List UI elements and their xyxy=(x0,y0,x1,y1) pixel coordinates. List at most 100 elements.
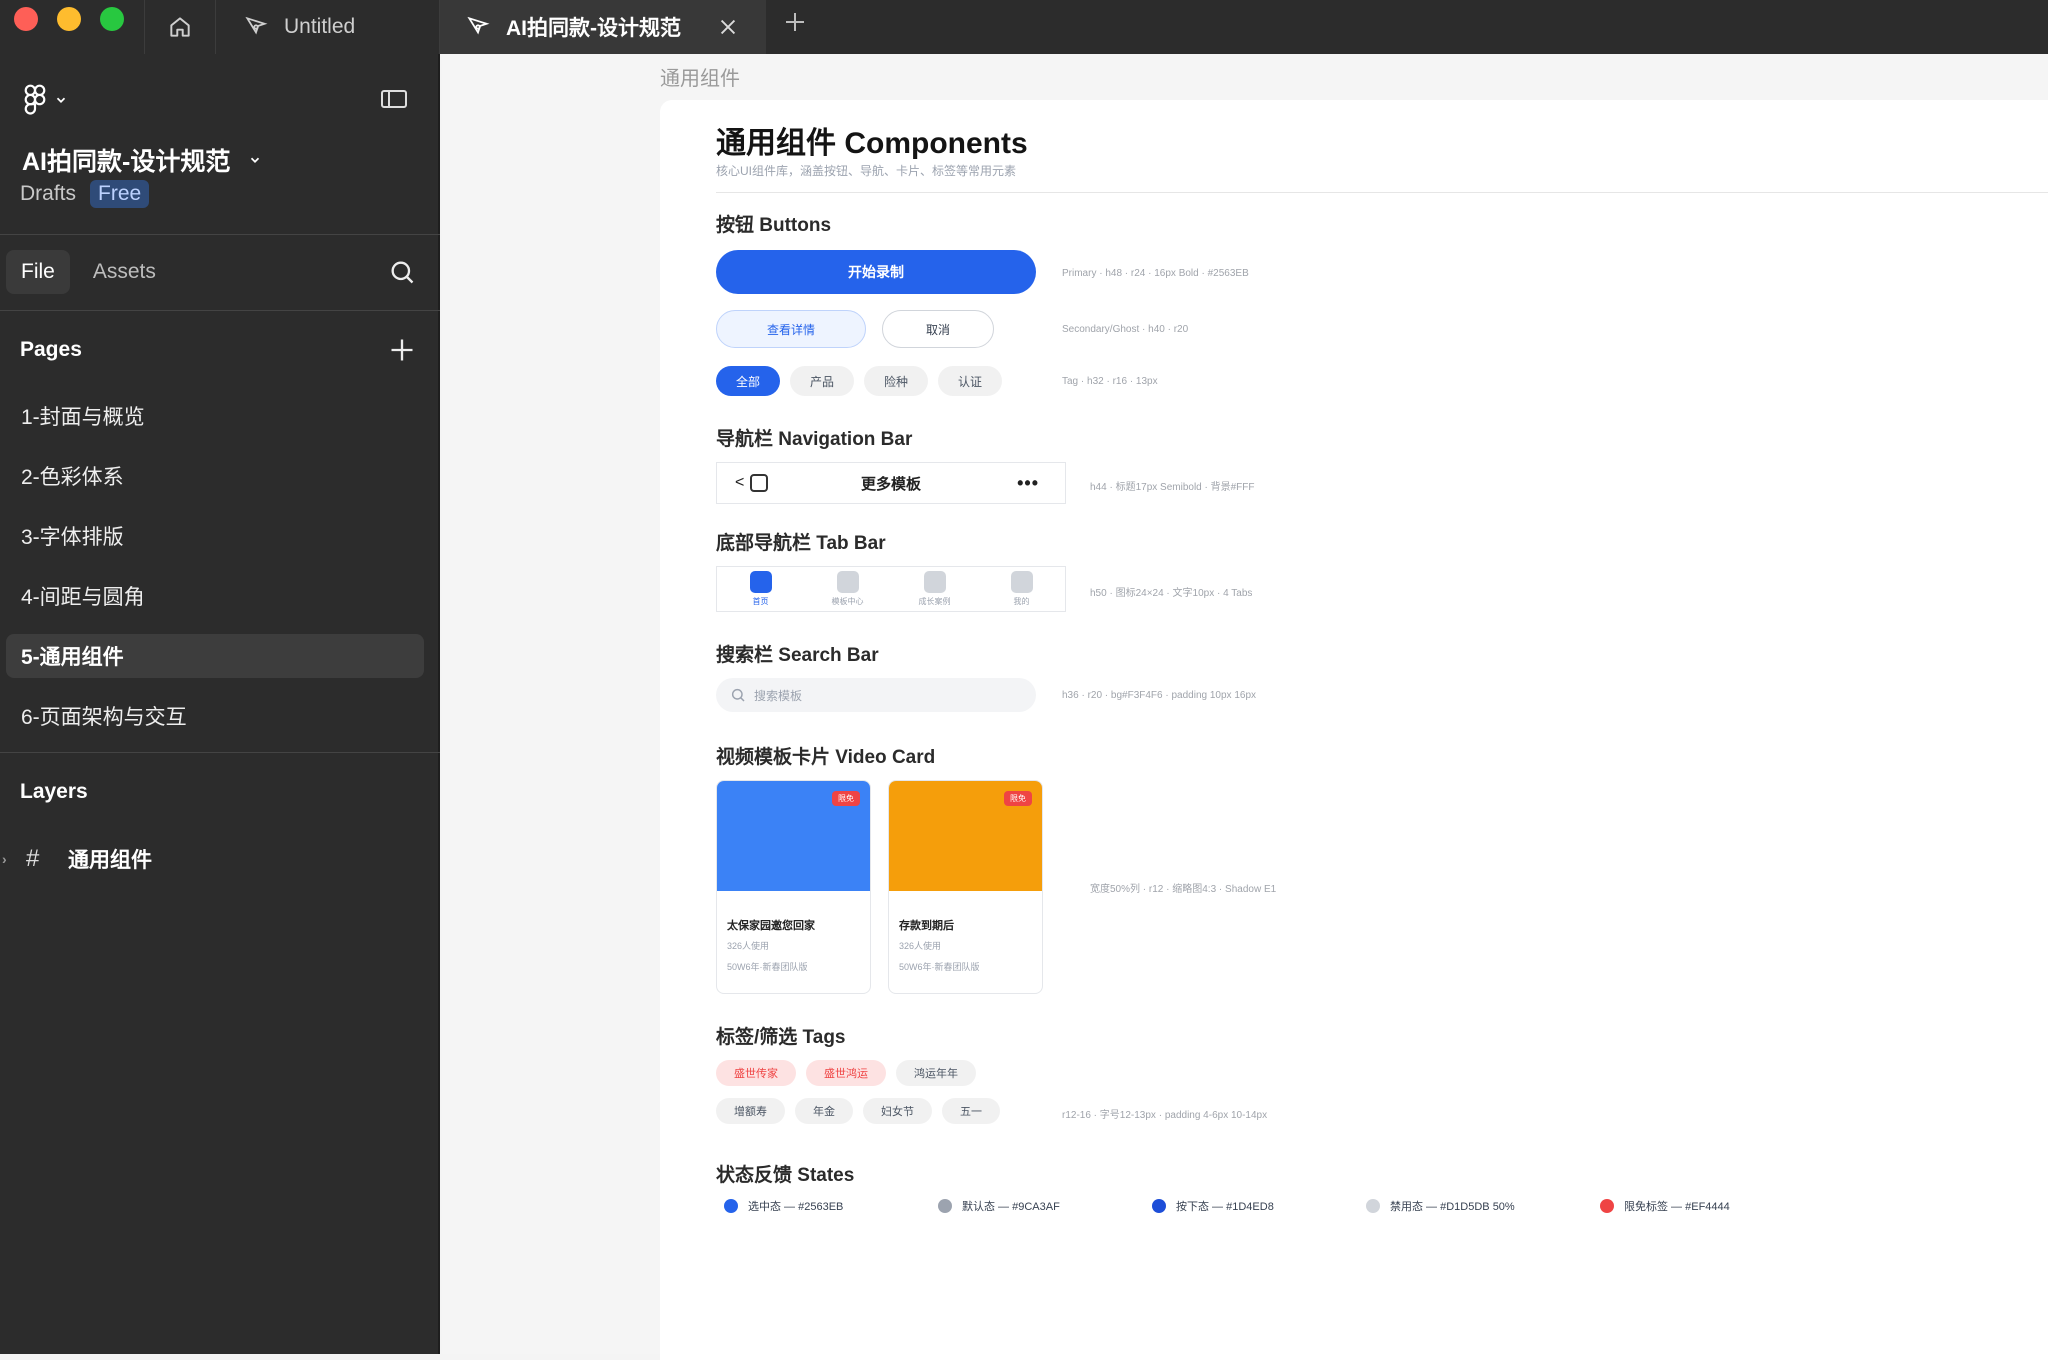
state-label: 限免标签 — #EF4444 xyxy=(1624,1201,1730,1213)
artboard-components[interactable]: 通用组件 Components 核心UI组件库，涵盖按钮、导航、卡片、标签等常用… xyxy=(660,100,2048,1360)
state-dot xyxy=(1600,1199,1614,1213)
tag[interactable]: 险种 xyxy=(864,366,929,396)
tabbar-item[interactable]: 我的 xyxy=(978,567,1065,611)
card-thumbnail: 限免 xyxy=(889,781,1042,891)
card-meta: 50W6年·新春团队版 xyxy=(899,962,980,972)
tabbar-sample: 首页 模板中心 成长案例 我的 xyxy=(716,566,1066,612)
tag-pill[interactable]: 增额寿 xyxy=(716,1098,785,1124)
page-item-active[interactable]: 5-通用组件 xyxy=(6,634,424,678)
plan-badge[interactable]: Free xyxy=(90,180,150,208)
page-item[interactable]: 6-页面架构与交互 xyxy=(6,694,424,738)
panel-toggle-button[interactable] xyxy=(380,88,408,115)
card-title: 存款到期后 xyxy=(899,920,954,932)
file-name-button[interactable]: AI拍同款-设计规范 xyxy=(22,142,262,178)
navbar-title: 更多模板 xyxy=(860,475,921,493)
tab-label: 我的 xyxy=(1013,597,1030,606)
state-label: 按下态 — #1D4ED8 xyxy=(1176,1201,1274,1213)
section-heading: 视频模板卡片 Video Card xyxy=(716,747,936,768)
file-name: AI拍同款-设计规范 xyxy=(22,148,231,176)
section-heading: 搜索栏 Search Bar xyxy=(716,645,879,666)
tabbar-item[interactable]: 首页 xyxy=(717,567,804,611)
state-dot xyxy=(724,1199,738,1213)
state-label: 选中态 — #2563EB xyxy=(748,1201,844,1213)
state-label: 禁用态 — #D1D5DB 50% xyxy=(1390,1201,1515,1213)
primary-button-sample[interactable]: 开始录制 xyxy=(716,250,1036,294)
tag[interactable]: 认证 xyxy=(938,366,1003,396)
page-item[interactable]: 4-间距与圆角 xyxy=(6,574,424,618)
layer-row[interactable]: › # 通用组件 xyxy=(0,844,152,874)
search-layers-button[interactable] xyxy=(388,258,416,291)
chevron-right-icon[interactable]: › xyxy=(2,851,22,867)
page-item[interactable]: 2-色彩体系 xyxy=(6,454,424,498)
window-close-button[interactable] xyxy=(14,7,38,31)
tab-icon xyxy=(836,571,859,593)
tab-label: 成长案例 xyxy=(918,597,951,606)
close-icon[interactable] xyxy=(714,13,742,41)
tag[interactable]: 产品 xyxy=(790,366,855,396)
searchbar-sample[interactable]: 搜索模板 xyxy=(716,678,1036,712)
panel-toggle-icon xyxy=(381,90,407,108)
divider xyxy=(0,310,440,311)
tag-pill-active[interactable]: 盛世传家 xyxy=(716,1060,796,1086)
state-item: 限免标签 — #EF4444 xyxy=(1600,1198,1730,1214)
search-icon xyxy=(731,688,745,702)
spec-note: 宽度50%列 · r12 · 缩略图4:3 · Shadow E1 xyxy=(1090,884,1277,895)
page-item[interactable]: 3-字体排版 xyxy=(6,514,424,558)
window-zoom-button[interactable] xyxy=(100,7,124,31)
tabbar-item[interactable]: 成长案例 xyxy=(891,567,978,611)
home-button[interactable] xyxy=(144,0,216,54)
tab-active-file[interactable]: AI拍同款-设计规范 xyxy=(440,0,766,54)
left-sidebar: AI拍同款-设计规范 Drafts Free File Assets Pages… xyxy=(0,54,440,1354)
page-title: 通用组件 Components xyxy=(716,127,1028,160)
drafts-link[interactable]: Drafts xyxy=(20,182,76,206)
secondary-button-sample[interactable]: 查看详情 xyxy=(716,310,866,348)
section-heading: 按钮 Buttons xyxy=(716,215,832,236)
tab-label: 模板中心 xyxy=(831,597,864,606)
layer-name: 通用组件 xyxy=(68,849,152,872)
section-heading: 标签/筛选 Tags xyxy=(716,1027,846,1048)
card-meta: 50W6年·新春团队版 xyxy=(727,962,808,972)
tag-pill[interactable]: 妇女节 xyxy=(863,1098,932,1124)
layers-title: Layers xyxy=(20,780,88,803)
ghost-button-sample[interactable]: 取消 xyxy=(882,310,994,348)
plus-icon xyxy=(786,13,804,31)
add-page-button[interactable] xyxy=(388,336,416,369)
page-item[interactable]: 1-封面与概览 xyxy=(6,394,424,438)
window-minimize-button[interactable] xyxy=(57,7,81,31)
more-icon[interactable]: ••• xyxy=(1017,473,1039,494)
tab-assets[interactable]: Assets xyxy=(78,250,171,294)
frame-icon: # xyxy=(26,845,40,872)
figma-pen-icon xyxy=(464,13,492,41)
title-bar: Untitled AI拍同款-设计规范 xyxy=(0,0,2048,54)
tab-file[interactable]: File xyxy=(6,250,70,294)
pages-title: Pages xyxy=(20,338,82,361)
tag-pill[interactable]: 年金 xyxy=(795,1098,853,1124)
spec-note: Secondary/Ghost · h40 · r20 xyxy=(1062,324,1189,335)
state-item: 按下态 — #1D4ED8 xyxy=(1152,1198,1366,1214)
tag-pill[interactable]: 五一 xyxy=(942,1098,1000,1124)
divider xyxy=(0,234,440,235)
search-placeholder: 搜索模板 xyxy=(754,688,803,703)
tab-untitled[interactable]: Untitled xyxy=(218,0,440,54)
new-tab-button[interactable] xyxy=(780,7,810,37)
tag-pill-active[interactable]: 盛世鸿运 xyxy=(806,1060,886,1086)
tab-icon xyxy=(1010,571,1033,593)
video-card[interactable]: 限免 存款到期后 326人使用 50W6年·新春团队版 xyxy=(888,780,1043,994)
main-menu-button[interactable] xyxy=(22,84,68,116)
states-legend: 选中态 — #2563EB 默认态 — #9CA3AF 按下态 — #1D4ED… xyxy=(716,1198,1730,1214)
tag-selected[interactable]: 全部 xyxy=(716,366,781,396)
navbar-sample: < 更多模板 ••• xyxy=(716,462,1066,504)
figma-logo-icon xyxy=(24,84,46,115)
state-item: 选中态 — #2563EB xyxy=(724,1198,938,1214)
tabbar-item[interactable]: 模板中心 xyxy=(804,567,891,611)
tag-pill[interactable]: 鸿运年年 xyxy=(896,1060,976,1086)
chevron-down-icon xyxy=(56,97,66,103)
file-meta: Drafts Free xyxy=(20,180,150,208)
tab-icon xyxy=(923,571,946,593)
frame-label[interactable]: 通用组件 xyxy=(660,62,740,91)
video-card[interactable]: 限免 太保家园邀您回家 326人使用 50W6年·新春团队版 xyxy=(716,780,871,994)
spec-note: Primary · h48 · r24 · 16px Bold · #2563E… xyxy=(1062,268,1249,279)
canvas[interactable]: 通用组件 通用组件 Components 核心UI组件库，涵盖按钮、导航、卡片、… xyxy=(442,54,2048,1360)
search-icon xyxy=(391,261,414,284)
state-label: 默认态 — #9CA3AF xyxy=(962,1201,1060,1213)
